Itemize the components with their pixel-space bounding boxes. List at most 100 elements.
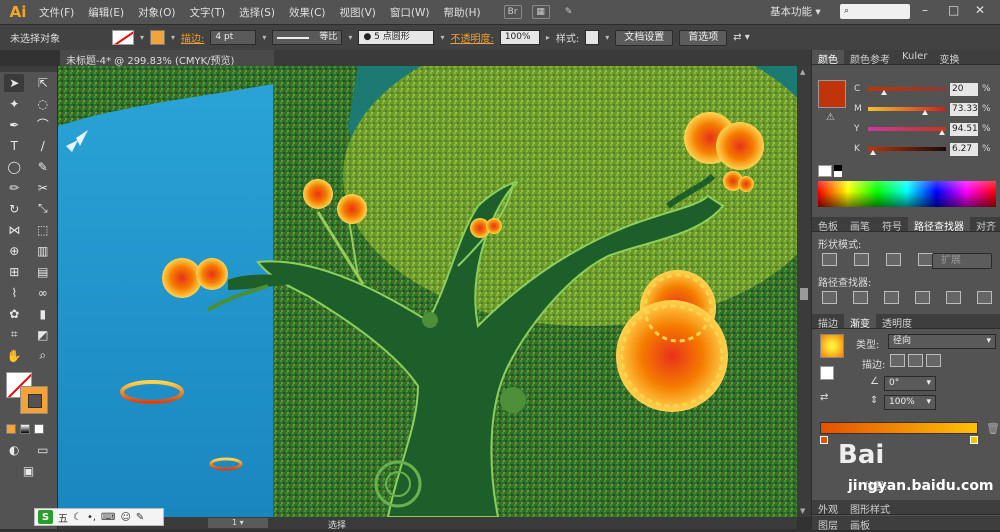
scale-tool-icon[interactable]: ⤡ <box>33 200 53 218</box>
tab-gradient[interactable]: 渐变 <box>844 314 876 330</box>
gradient-tool-icon[interactable]: ▤ <box>33 263 53 281</box>
maximize-button[interactable]: □ <box>948 3 959 17</box>
line-tool-icon[interactable]: / <box>33 137 53 155</box>
minimize-button[interactable]: – <box>922 3 928 17</box>
aspect-ratio-field[interactable]: 100% ▾ <box>884 395 936 410</box>
minus-front-icon[interactable] <box>854 253 869 266</box>
reverse-gradient-icon[interactable]: ⇄ <box>820 392 828 403</box>
stroke-swatch[interactable] <box>150 30 166 45</box>
pencil-tool-icon[interactable]: ✏ <box>4 179 24 197</box>
preferences-button[interactable]: 首选项 <box>679 29 728 46</box>
color-spectrum[interactable] <box>818 181 996 207</box>
tab-transform[interactable]: 变换 <box>933 50 965 66</box>
hand-tool-icon[interactable]: ✋ <box>4 347 24 365</box>
slider-knob[interactable] <box>922 110 929 115</box>
channel-value-field[interactable]: 73.33 <box>950 102 978 116</box>
menu-item-edit[interactable]: 编辑(E) <box>81 5 131 20</box>
channel-value-field[interactable]: 20 <box>950 82 978 96</box>
type-tool-icon[interactable]: T <box>4 137 24 155</box>
tab-color-guide[interactable]: 颜色参考 <box>844 50 896 66</box>
menu-item-select[interactable]: 选择(S) <box>232 5 282 20</box>
gradient-type-select[interactable]: 径向 ▾ <box>888 334 996 349</box>
gradient-slider[interactable] <box>820 422 978 434</box>
channel-value-field[interactable]: 94.51 <box>950 122 978 136</box>
stroke-across-icon[interactable] <box>926 354 941 367</box>
current-color-swatch[interactable] <box>818 80 846 108</box>
chart-tool-icon[interactable]: ▥ <box>33 242 53 260</box>
tab-kuler[interactable]: Kuler <box>896 50 933 64</box>
arrange-icon[interactable]: ⇄ ▾ <box>733 32 750 43</box>
menu-item-view[interactable]: 视图(V) <box>333 5 383 20</box>
tab-symbols[interactable]: 符号 <box>876 217 908 233</box>
change-screen-mode-icon[interactable]: ▣ <box>19 462 39 480</box>
document-setup-button[interactable]: 文档设置 <box>615 29 674 46</box>
keyboard-icon[interactable]: ⌨ <box>101 512 115 523</box>
scroll-down-icon[interactable]: ▼ <box>800 507 805 515</box>
channel-slider[interactable] <box>868 107 946 115</box>
chevron-down-icon[interactable]: ▾ <box>140 33 144 42</box>
artboard-tool-icon[interactable]: ⌗ <box>4 326 24 344</box>
symbol-sprayer-tool-icon[interactable]: ✿ <box>4 305 24 323</box>
opacity-field[interactable]: 100% <box>499 30 540 45</box>
menu-item-help[interactable]: 帮助(H) <box>437 5 488 20</box>
scroll-thumb[interactable] <box>800 288 808 300</box>
close-button[interactable]: ✕ <box>975 3 985 17</box>
channel-slider[interactable] <box>868 127 946 135</box>
direct-selection-tool-icon[interactable]: ⇱ <box>33 74 53 92</box>
ime-mode-label[interactable]: 五 <box>58 510 68 525</box>
mesh-tool-icon[interactable]: ⊞ <box>4 263 24 281</box>
chevron-down-icon[interactable]: ▾ <box>605 33 609 42</box>
paintbrush-tool-icon[interactable]: ✎ <box>33 158 53 176</box>
chevron-right-icon[interactable]: ▸ <box>546 33 550 42</box>
blend-tool-icon[interactable]: ∞ <box>33 284 53 302</box>
merge-icon[interactable] <box>884 291 899 304</box>
menu-item-file[interactable]: 文件(F) <box>32 5 81 20</box>
fill-stroke-widget[interactable] <box>4 370 57 418</box>
trim-icon[interactable] <box>853 291 868 304</box>
skin-icon[interactable]: ☺ <box>120 512 130 523</box>
slice-tool-icon[interactable]: ◩ <box>33 326 53 344</box>
pen-tool-icon[interactable]: ✒ <box>4 116 24 134</box>
tab-artboards[interactable]: 画板 <box>844 516 876 532</box>
tab-stroke[interactable]: 描边 <box>812 314 844 330</box>
chevron-down-icon[interactable]: ▾ <box>440 33 444 42</box>
intersect-icon[interactable] <box>886 253 901 266</box>
lasso-tool-icon[interactable]: ◌ <box>33 95 53 113</box>
slider-knob[interactable] <box>869 150 876 155</box>
out-of-gamut-icon[interactable]: ⚠ <box>826 112 835 123</box>
color-mode-icon[interactable] <box>6 423 16 434</box>
moon-icon[interactable]: ☾ <box>73 512 82 523</box>
menu-item-type[interactable]: 文字(T) <box>183 5 233 20</box>
unite-icon[interactable] <box>822 253 837 266</box>
slider-knob[interactable] <box>880 90 887 95</box>
stroke-weight-field[interactable]: 4 pt <box>210 30 257 45</box>
outline-icon[interactable] <box>946 291 961 304</box>
expand-button[interactable]: 扩展 <box>932 253 992 269</box>
minus-back-icon[interactable] <box>977 291 992 304</box>
magic-wand-tool-icon[interactable]: ✦ <box>4 95 24 113</box>
gradient-swatch[interactable] <box>820 334 844 358</box>
stroke-along-icon[interactable] <box>908 354 923 367</box>
shape-builder-tool-icon[interactable]: ⊕ <box>4 242 24 260</box>
ellipse-tool-icon[interactable]: ◯ <box>4 158 24 176</box>
chevron-down-icon[interactable]: ▾ <box>262 33 266 42</box>
menu-item-effect[interactable]: 效果(C) <box>282 5 333 20</box>
bridge-icon[interactable]: Br <box>503 5 522 19</box>
channel-slider[interactable] <box>868 87 946 95</box>
tab-swatches[interactable]: 色板 <box>812 217 844 233</box>
tools-icon[interactable]: ✎ <box>136 512 144 523</box>
stroke-profile-select[interactable]: 等比 <box>272 30 343 45</box>
width-tool-icon[interactable]: ⋈ <box>4 221 24 239</box>
slider-knob[interactable] <box>938 130 945 135</box>
stroke-within-icon[interactable] <box>890 354 905 367</box>
gradient-fill-icon[interactable] <box>820 366 834 380</box>
gpu-icon[interactable]: ✎ <box>560 5 578 19</box>
tab-color[interactable]: 颜色 <box>812 50 844 66</box>
stroke-label[interactable]: 描边: <box>181 30 204 45</box>
eyedropper-tool-icon[interactable]: ⌇ <box>4 284 24 302</box>
column-graph-tool-icon[interactable]: ▮ <box>33 305 53 323</box>
exclude-icon[interactable] <box>918 253 933 266</box>
angle-field[interactable]: 0° ▾ <box>884 376 936 391</box>
search-input[interactable]: ⌕ <box>840 4 910 19</box>
tab-transparency[interactable]: 透明度 <box>876 314 918 330</box>
